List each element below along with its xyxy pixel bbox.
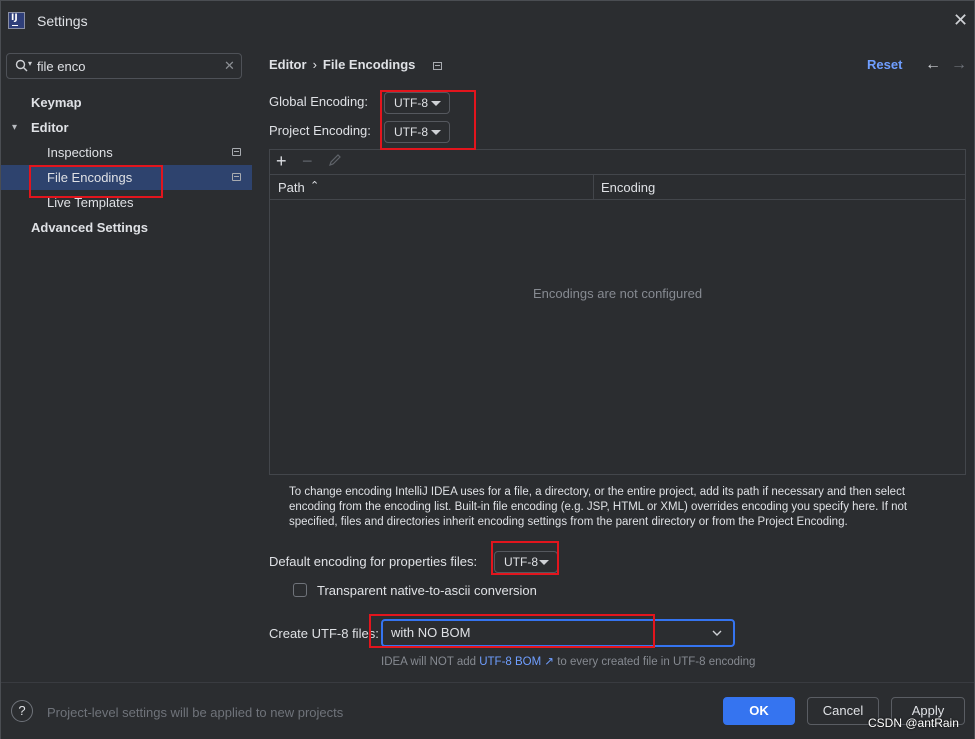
- add-icon[interactable]: +: [276, 150, 287, 172]
- sidebar-item-advanced-settings[interactable]: Advanced Settings: [1, 215, 252, 240]
- intellij-logo-icon: IJ: [8, 12, 25, 29]
- ok-button[interactable]: OK: [723, 697, 795, 725]
- dropdown-arrow-icon: [431, 101, 441, 106]
- project-encoding-select[interactable]: UTF-8: [384, 121, 450, 143]
- project-level-icon: [232, 173, 241, 181]
- project-level-icon: [232, 148, 241, 156]
- utf8-bom-select[interactable]: with NO BOM: [381, 619, 735, 647]
- search-history-chevron-icon[interactable]: ▾: [28, 59, 32, 68]
- properties-encoding-label: Default encoding for properties files:: [269, 554, 478, 569]
- column-header-path[interactable]: Path: [278, 180, 305, 195]
- table-header: Path ⌃ Encoding: [270, 174, 965, 200]
- title-bar: IJ Settings ✕: [1, 1, 974, 41]
- clear-search-icon[interactable]: ✕: [224, 58, 235, 74]
- breadcrumb-current: File Encodings: [322, 57, 416, 72]
- sidebar-item-label: Advanced Settings: [31, 220, 149, 235]
- remove-icon[interactable]: −: [302, 150, 313, 172]
- sidebar-item-label: Editor: [31, 120, 69, 135]
- transparent-ascii-label[interactable]: Transparent native-to-ascii conversion: [317, 583, 537, 598]
- search-icon: [15, 59, 28, 72]
- sidebar-item-label: File Encodings: [47, 170, 133, 185]
- help-text: To change encoding IntelliJ IDEA uses fo…: [289, 486, 908, 528]
- dropdown-arrow-icon: [539, 560, 549, 565]
- empty-table-text: Encodings are not configured: [532, 286, 703, 301]
- settings-window: IJ Settings ✕ ▾ ✕ Keymap ▾ Editor Inspec…: [0, 0, 975, 739]
- utf8-bom-link[interactable]: UTF-8 BOM: [479, 656, 541, 668]
- bom-hint: IDEA will NOT add UTF-8 BOM ↗ to every c…: [381, 654, 755, 668]
- encodings-table: + − Path ⌃ Encoding Encodings are not co…: [269, 149, 966, 475]
- settings-sidebar: ▾ ✕ Keymap ▾ Editor Inspections File Enc…: [1, 41, 252, 682]
- settings-content: Editor › File Encodings Reset ← → Global E…: [252, 41, 974, 682]
- watermark: CSDN @antRain: [868, 716, 959, 730]
- global-encoding-value: UTF-8: [394, 96, 428, 110]
- properties-encoding-select[interactable]: UTF-8: [494, 551, 558, 573]
- dropdown-arrow-icon: [431, 130, 441, 135]
- sidebar-item-editor[interactable]: ▾ Editor: [1, 115, 252, 140]
- table-toolbar: + −: [270, 150, 965, 174]
- search-input[interactable]: [37, 57, 217, 75]
- breadcrumb: Editor › File Encodings: [269, 57, 415, 72]
- chevron-down-icon: [712, 630, 722, 636]
- close-icon[interactable]: ✕: [953, 11, 968, 29]
- bom-hint-prefix: IDEA will NOT add: [381, 656, 480, 668]
- footer-note: Project-level settings will be applied t…: [47, 705, 344, 720]
- project-level-icon: [433, 62, 442, 70]
- sidebar-item-live-templates[interactable]: Live Templates: [1, 190, 252, 215]
- global-encoding-label: Global Encoding:: [269, 94, 369, 109]
- project-encoding-label: Project Encoding:: [269, 123, 371, 138]
- dialog-footer: ? Project-level settings will be applied…: [1, 682, 974, 739]
- settings-search[interactable]: ▾ ✕: [6, 53, 242, 79]
- sidebar-item-label: Keymap: [31, 95, 82, 110]
- sidebar-item-inspections[interactable]: Inspections: [1, 140, 252, 165]
- create-utf8-label: Create UTF-8 files:: [269, 626, 379, 641]
- sidebar-item-label: Live Templates: [47, 195, 134, 210]
- expand-chevron-icon[interactable]: ▾: [12, 115, 17, 140]
- window-title: Settings: [37, 13, 88, 29]
- forward-arrow-icon[interactable]: →: [951, 56, 967, 74]
- back-arrow-icon[interactable]: ←: [925, 56, 941, 74]
- utf8-bom-value: with NO BOM: [391, 625, 471, 640]
- bom-hint-suffix: to every created file in UTF-8 encoding: [554, 656, 756, 668]
- sidebar-item-keymap[interactable]: Keymap: [1, 90, 252, 115]
- breadcrumb-parent[interactable]: Editor: [269, 57, 307, 72]
- sidebar-item-file-encodings[interactable]: File Encodings: [1, 165, 252, 190]
- project-encoding-value: UTF-8: [394, 125, 428, 139]
- sort-ascending-icon: ⌃: [310, 180, 320, 192]
- breadcrumb-separator: ›: [312, 57, 317, 72]
- reset-link[interactable]: Reset: [867, 57, 902, 72]
- external-link-icon[interactable]: ↗: [544, 656, 554, 668]
- global-encoding-select[interactable]: UTF-8: [384, 92, 450, 114]
- column-divider[interactable]: [593, 175, 594, 199]
- edit-pencil-icon[interactable]: [328, 153, 342, 167]
- properties-encoding-value: UTF-8: [504, 555, 538, 569]
- column-header-encoding[interactable]: Encoding: [601, 180, 655, 195]
- sidebar-item-label: Inspections: [47, 145, 113, 160]
- transparent-ascii-checkbox[interactable]: [293, 583, 307, 597]
- help-icon[interactable]: ?: [11, 700, 33, 722]
